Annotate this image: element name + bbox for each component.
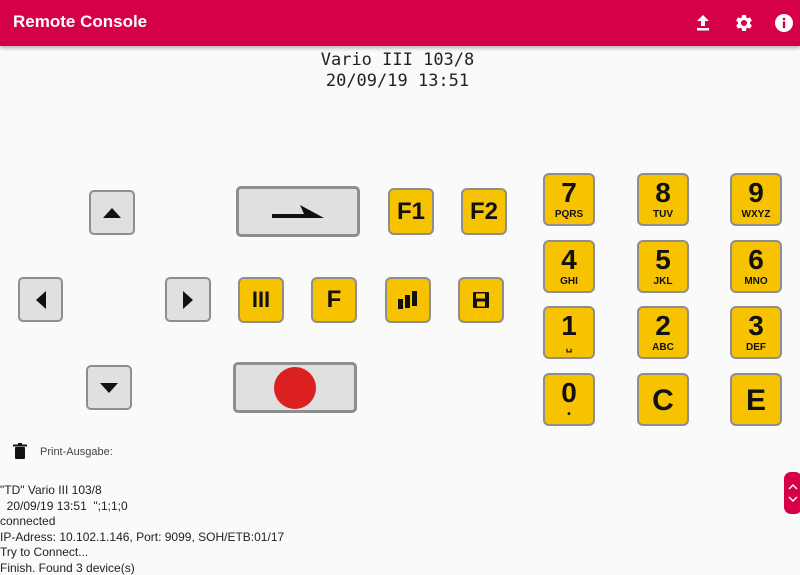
keypad-key-label: 6 bbox=[748, 244, 764, 275]
f-button[interactable]: F bbox=[311, 277, 357, 323]
settings-icon[interactable] bbox=[732, 11, 756, 35]
keypad-key-letters: ABC bbox=[652, 342, 674, 353]
log-line: IP-Adress: 10.102.1.146, Port: 9099, SOH… bbox=[0, 529, 285, 544]
keypad-key[interactable]: 5 JKL bbox=[637, 240, 689, 293]
keypad-key[interactable]: 3 DEF bbox=[730, 306, 782, 359]
info-icon[interactable] bbox=[772, 11, 796, 35]
arrow-right-icon bbox=[183, 290, 193, 309]
keypad-key[interactable]: 2 ABC bbox=[637, 306, 689, 359]
display-line-datetime: 20/09/19 13:51 bbox=[325, 71, 470, 91]
log-line: connected bbox=[0, 514, 56, 528]
keypad-key[interactable]: 0 • bbox=[543, 373, 595, 426]
arrow-left-icon bbox=[35, 290, 46, 309]
stack-button[interactable] bbox=[385, 277, 431, 323]
keypad-key[interactable]: 8 TUV bbox=[637, 173, 689, 226]
keypad-key-label: E bbox=[745, 384, 766, 417]
record-icon bbox=[274, 366, 316, 409]
keypad-key[interactable]: E bbox=[730, 373, 782, 426]
enter-button[interactable] bbox=[236, 186, 360, 237]
arrow-down-icon bbox=[100, 382, 118, 393]
keypad-key-letters: PQRS bbox=[554, 209, 584, 220]
save-button[interactable] bbox=[458, 277, 504, 323]
log-output: "TD" Vario III 103/8 20/09/19 13:51 ";1;… bbox=[0, 483, 284, 575]
record-button[interactable] bbox=[233, 362, 357, 413]
keypad-key-label: 3 bbox=[748, 310, 764, 341]
upload-icon[interactable] bbox=[691, 11, 715, 35]
arrow-left-button[interactable] bbox=[18, 277, 63, 322]
arrow-down-button[interactable] bbox=[86, 365, 132, 410]
delete-icon[interactable] bbox=[13, 443, 27, 460]
iii-label: III bbox=[251, 287, 271, 312]
arrow-up-icon bbox=[103, 207, 121, 218]
keypad-key-label: 9 bbox=[748, 177, 764, 208]
keypad-key[interactable]: C bbox=[637, 373, 689, 426]
keypad-key-label: C bbox=[652, 384, 674, 417]
keypad-key[interactable]: 7 PQRS bbox=[543, 173, 595, 226]
app-title: Remote Console bbox=[13, 12, 148, 31]
scroll-chevrons-icon bbox=[788, 484, 798, 502]
f-label: F bbox=[326, 286, 342, 313]
keypad-key-letters: WXYZ bbox=[741, 209, 771, 220]
keypad-key[interactable]: 6 MNO bbox=[730, 240, 782, 293]
keypad-key-label: 8 bbox=[655, 177, 671, 208]
keypad-key-label: 0 bbox=[561, 377, 577, 408]
keypad-key[interactable]: 4 GHI bbox=[543, 240, 595, 293]
log-line: Try to Connect... bbox=[0, 545, 89, 559]
keypad-key[interactable]: 9 WXYZ bbox=[730, 173, 782, 226]
keypad-key-label: 2 bbox=[655, 310, 671, 341]
keypad-key-label: 4 bbox=[561, 244, 577, 275]
keypad-key[interactable]: 1 ␣ bbox=[543, 306, 595, 359]
f1-label: F1 bbox=[396, 197, 425, 225]
arrow-right-button[interactable] bbox=[165, 277, 211, 322]
save-icon bbox=[473, 292, 489, 308]
f2-button[interactable]: F2 bbox=[461, 188, 507, 235]
keypad-key-letters: DEF bbox=[746, 342, 766, 353]
display-line-device: Vario III 103/8 bbox=[320, 50, 475, 70]
log-line: "TD" Vario III 103/8 bbox=[0, 483, 102, 497]
keypad-key-letters: MNO bbox=[744, 276, 768, 287]
keypad-key-letters: JKL bbox=[653, 276, 673, 287]
f1-button[interactable]: F1 bbox=[388, 188, 434, 235]
enter-arrow-icon bbox=[272, 204, 324, 218]
keypad-key-label: 1 bbox=[561, 310, 577, 341]
app-bar: Remote Console bbox=[0, 0, 800, 46]
stack-icon bbox=[398, 291, 417, 309]
keypad-key-letters: ␣ bbox=[565, 342, 573, 353]
iii-button[interactable]: III bbox=[238, 277, 284, 323]
log-line: Finish. Found 3 device(s) bbox=[0, 560, 135, 575]
keypad-key-label: 5 bbox=[655, 244, 671, 275]
keypad-key-letters: • bbox=[567, 409, 571, 420]
f2-label: F2 bbox=[469, 197, 498, 225]
keypad-key-label: 7 bbox=[561, 177, 577, 208]
log-line: 20/09/19 13:51 ";1;1;0 bbox=[0, 498, 128, 513]
keypad-key-letters: TUV bbox=[653, 209, 673, 220]
keypad-key-letters: GHI bbox=[560, 276, 578, 287]
arrow-up-button[interactable] bbox=[89, 190, 135, 235]
device-display: Vario III 103/8 20/09/19 13:51 bbox=[0, 50, 795, 92]
scroll-handle[interactable] bbox=[784, 472, 800, 514]
print-output-label: Print-Ausgabe: bbox=[40, 446, 113, 458]
